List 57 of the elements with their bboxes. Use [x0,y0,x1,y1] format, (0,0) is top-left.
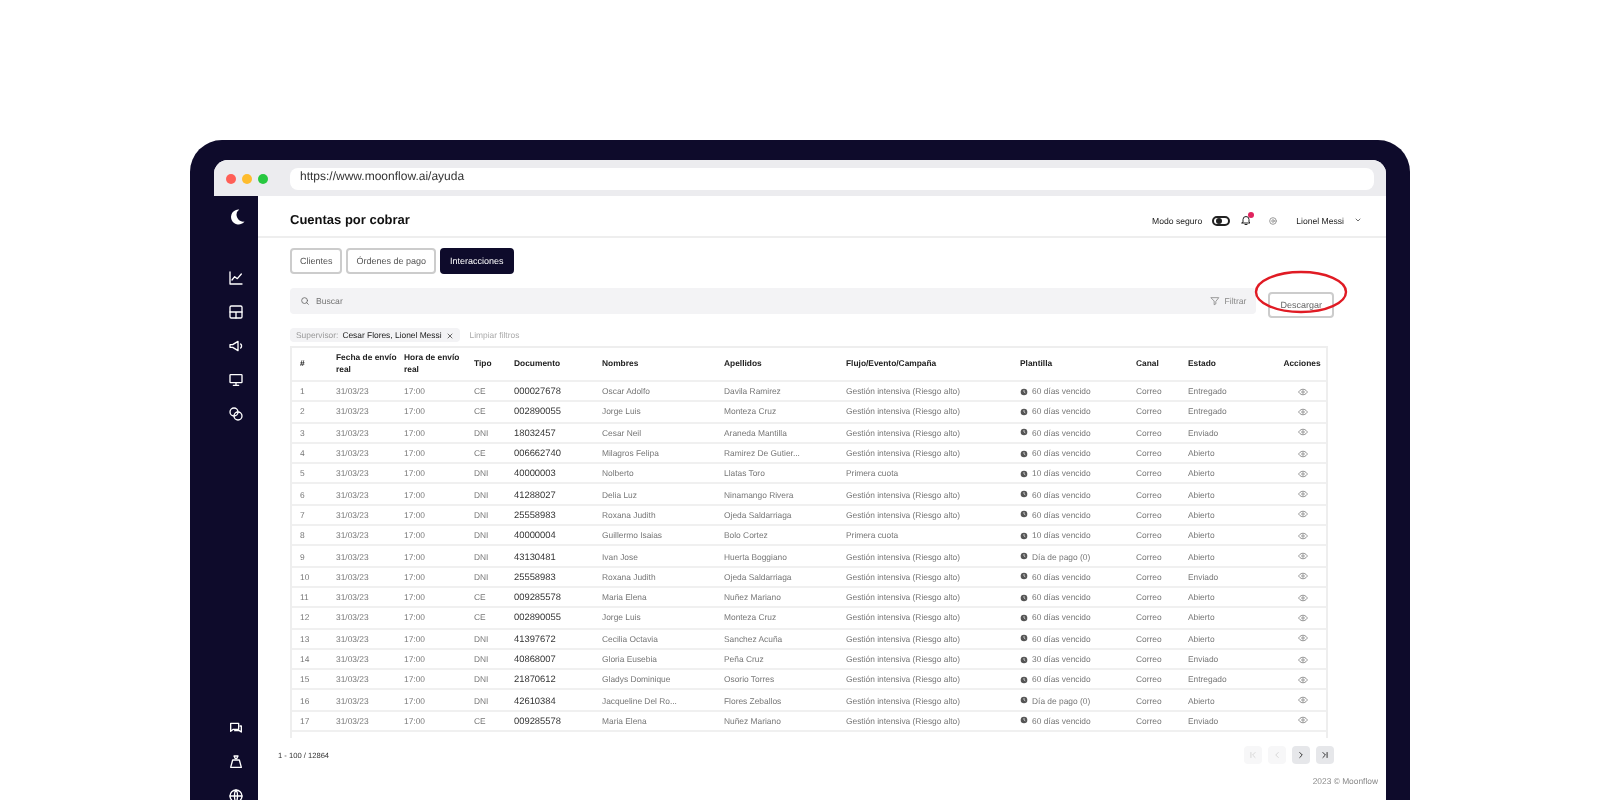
view-icon[interactable] [1297,593,1307,602]
clock-icon [1020,655,1028,663]
pagination-button[interactable] [1292,746,1310,764]
clock-icon [1020,634,1028,643]
chevron-right-icon [1296,750,1306,760]
clock-icon [1020,469,1028,478]
view-icon[interactable] [1297,552,1307,561]
clock-icon [1020,449,1028,458]
clock-icon [1020,407,1028,416]
moon-logo-icon [227,208,245,226]
search-icon [300,295,310,305]
view-icon[interactable] [1297,407,1307,416]
view-icon[interactable] [1297,490,1307,499]
settings-icon [1268,215,1279,225]
clock-icon [1020,716,1028,725]
minimize-dot[interactable] [242,173,252,183]
chart-icon[interactable] [228,270,244,286]
view-icon[interactable] [1297,675,1307,684]
view-icon[interactable] [1297,428,1307,437]
chevron-left-icon [1272,750,1282,760]
clock-icon [1020,490,1028,499]
clock-icon [1020,572,1028,581]
view-icon[interactable] [1297,613,1307,622]
dashboard-icon[interactable] [228,304,244,320]
view-icon[interactable] [1297,634,1307,643]
view-icon[interactable] [1297,449,1307,458]
funnel-icon [1210,295,1221,305]
first-page-icon [1248,750,1258,760]
view-icon[interactable] [1297,572,1307,581]
clock-icon [1020,593,1028,602]
clock-icon [1020,552,1028,561]
view-icon[interactable] [1297,696,1307,705]
view-icon[interactable] [1297,469,1307,478]
clock-icon [1020,696,1028,705]
clock-icon [1020,387,1028,396]
safe-mode-toggle[interactable] [1212,215,1231,225]
clock-icon [1020,510,1028,519]
remove-icon [445,331,454,339]
chat-icon[interactable] [228,720,244,736]
last-page-icon [1320,750,1330,760]
pagination-button[interactable] [1316,746,1334,764]
megaphone-icon[interactable] [228,338,244,354]
view-icon[interactable] [1297,655,1307,663]
clock-icon [1020,531,1028,540]
view-icon[interactable] [1297,387,1307,396]
close-dot[interactable] [226,173,236,183]
globe-icon[interactable] [228,788,244,800]
clock-icon [1020,428,1028,437]
view-icon[interactable] [1297,716,1307,725]
view-icon[interactable] [1297,531,1307,540]
view-icon[interactable] [1297,510,1307,519]
clock-icon [1020,675,1028,684]
maximize-dot[interactable] [258,173,268,183]
coins-icon[interactable] [228,406,244,422]
monitor-icon[interactable] [228,372,244,388]
highlight-ellipse [1254,270,1349,314]
clock-icon [1020,613,1028,622]
